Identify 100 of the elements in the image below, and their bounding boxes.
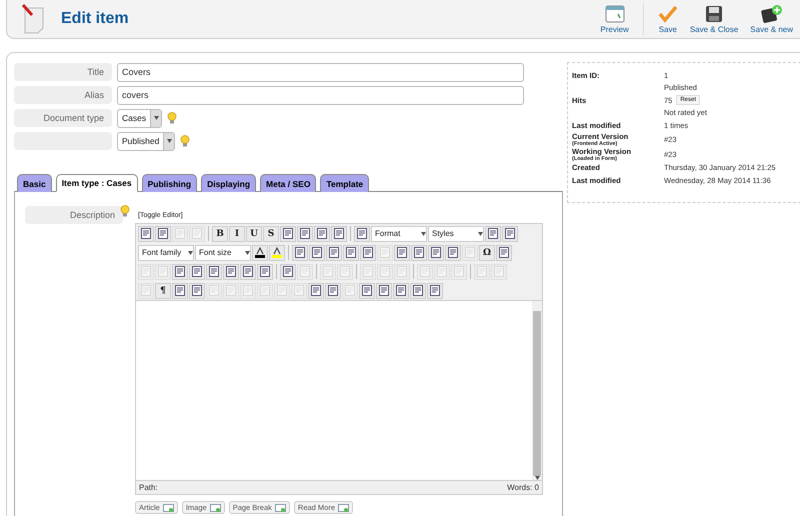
toolbar-button[interactable]: I <box>229 226 245 242</box>
toolbar-button[interactable] <box>411 244 427 260</box>
checkmark-icon <box>658 4 678 22</box>
toolbar-button[interactable] <box>331 226 347 242</box>
dropdown[interactable]: Cases <box>117 108 162 128</box>
toolbar-button[interactable] <box>394 244 410 260</box>
page-icon <box>209 266 219 277</box>
page-icon <box>283 228 293 239</box>
toolbar-button[interactable] <box>502 226 518 242</box>
page-icon <box>430 285 440 296</box>
toolbar-button[interactable] <box>257 264 273 280</box>
toolbar-dropdown[interactable]: Styles <box>428 226 484 242</box>
toolbar-button[interactable] <box>240 264 256 280</box>
toolbar-button[interactable] <box>189 264 205 280</box>
page-icon <box>363 247 373 258</box>
toolbar-button[interactable] <box>223 264 239 280</box>
page-icon <box>175 285 185 296</box>
toolbar-button[interactable] <box>280 264 296 280</box>
page-icon <box>260 285 270 296</box>
toolbar-button[interactable] <box>325 282 341 298</box>
toolbar-button[interactable] <box>309 244 325 260</box>
toolbar-button[interactable]: ¶ <box>155 282 171 298</box>
toolbar-button[interactable]: U <box>246 226 262 242</box>
toolbar-button[interactable] <box>376 282 392 298</box>
page-icon <box>431 247 441 258</box>
toolbar-button[interactable] <box>359 282 375 298</box>
toolbar-button[interactable] <box>138 226 154 242</box>
lightbulb-icon <box>120 205 130 217</box>
page-icon <box>300 266 310 277</box>
page-icon <box>363 266 373 277</box>
toolbar-button[interactable] <box>427 282 443 298</box>
page-icon <box>226 266 236 277</box>
toolbar-action[interactable]: Save & new <box>744 4 799 34</box>
scrollbar[interactable] <box>532 301 542 480</box>
toolbar-button[interactable] <box>297 226 313 242</box>
toolbar-action[interactable]: Save <box>652 4 684 34</box>
toolbar-action[interactable]: Save & Close <box>684 4 744 34</box>
caret-icon <box>188 250 193 254</box>
page-icon <box>414 247 424 258</box>
page-icon <box>243 266 253 277</box>
page-icon <box>448 247 458 258</box>
tab[interactable]: Item type : Cases <box>56 174 138 192</box>
toolbar-button[interactable] <box>189 282 205 298</box>
page-icon <box>192 266 202 277</box>
tab[interactable]: Meta / SEO <box>260 174 316 192</box>
toolbar-button[interactable] <box>314 226 330 242</box>
toolbar-button[interactable] <box>393 282 409 298</box>
color-button[interactable] <box>269 244 285 260</box>
tab[interactable]: Publishing <box>142 174 198 192</box>
toolbar-button[interactable]: S <box>263 226 279 242</box>
text-field[interactable]: covers <box>117 86 524 104</box>
toolbar-button[interactable] <box>280 226 296 242</box>
tab[interactable]: Template <box>320 174 370 192</box>
toolbar-button[interactable] <box>292 244 308 260</box>
page-icon <box>345 285 355 296</box>
toolbar-button[interactable] <box>445 244 461 260</box>
toolbar-dropdown[interactable]: Font family <box>138 244 194 260</box>
toolbar-dropdown[interactable]: Font size <box>195 244 251 260</box>
page-icon <box>397 247 407 258</box>
page-icon <box>494 266 504 277</box>
toolbar-button[interactable] <box>343 244 359 260</box>
word-count: Words: 0 <box>507 483 539 492</box>
toolbar-button[interactable] <box>428 244 444 260</box>
toolbar-button[interactable]: Ω <box>479 244 495 260</box>
toolbar-button[interactable] <box>410 282 426 298</box>
page-icon <box>175 228 185 239</box>
insert-icon <box>210 504 221 512</box>
toolbar-button[interactable] <box>360 244 376 260</box>
text-field[interactable]: Covers <box>117 62 524 82</box>
caret-icon <box>478 232 483 236</box>
page-icon <box>260 266 270 277</box>
field-label: Document type <box>14 109 112 127</box>
field-label: Description <box>25 206 123 224</box>
color-button[interactable] <box>252 244 268 260</box>
toolbar-button[interactable] <box>496 244 512 260</box>
tab[interactable]: Basic <box>17 174 52 192</box>
toolbar-button[interactable] <box>206 264 222 280</box>
toolbar-button[interactable]: B <box>212 226 228 242</box>
page-icon <box>488 228 498 239</box>
toolbar-button[interactable] <box>155 226 171 242</box>
toolbar-button[interactable] <box>308 282 324 298</box>
toolbar-button[interactable] <box>326 244 342 260</box>
toolbar-button[interactable] <box>354 226 370 242</box>
page-icon <box>340 266 350 277</box>
page-icon <box>311 285 321 296</box>
tab[interactable]: Displaying <box>201 174 256 192</box>
page-icon <box>323 266 333 277</box>
field-label: Title <box>14 63 112 81</box>
toolbar-button[interactable] <box>172 282 188 298</box>
toolbar-button[interactable] <box>485 226 501 242</box>
toolbar-dropdown[interactable]: Format <box>371 226 427 242</box>
page-icon <box>437 266 447 277</box>
page-icon <box>175 266 185 277</box>
page-icon <box>312 247 322 258</box>
page-icon <box>454 266 464 277</box>
floppy-disk-plus-icon <box>760 4 783 22</box>
dropdown[interactable]: Published <box>117 132 176 150</box>
toolbar-action[interactable]: Preview <box>594 4 635 34</box>
page-title: Edit item <box>61 10 130 28</box>
toolbar-button[interactable] <box>172 264 188 280</box>
